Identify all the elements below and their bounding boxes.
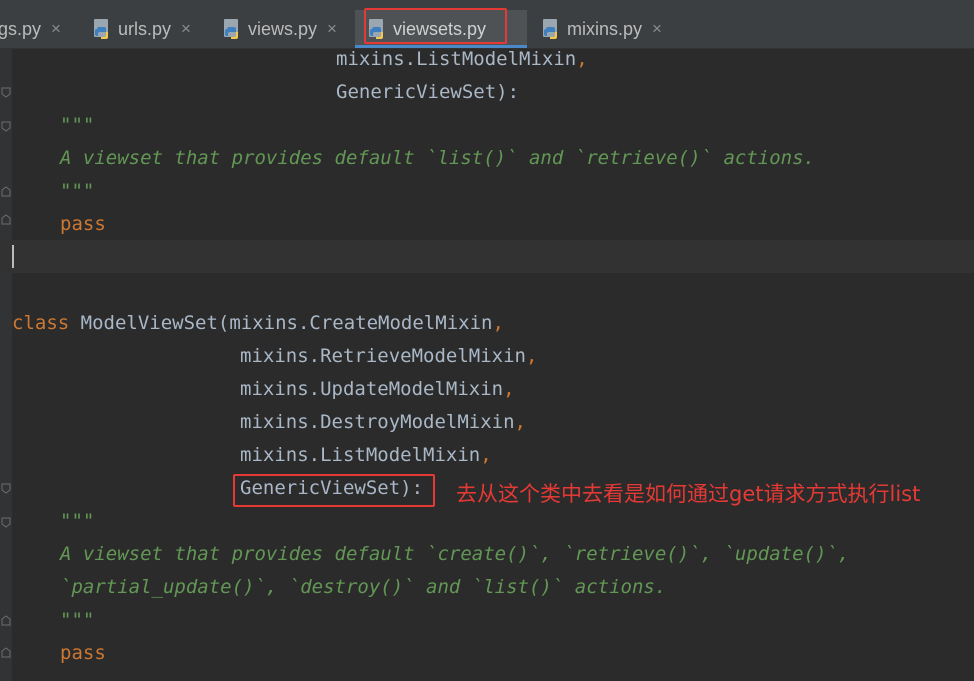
code-line-keyword: pass	[60, 213, 106, 235]
code-line-docstring: `partial_update()`, `destroy()` and `lis…	[60, 576, 667, 598]
fold-marker-icon[interactable]	[1, 483, 11, 494]
code-line-docstring: """	[60, 114, 95, 136]
code-line-keyword: pass	[60, 642, 106, 664]
code-punctuation: ,	[480, 444, 492, 466]
code-punctuation: ,	[576, 48, 588, 70]
tab-views-py[interactable]: views.py ×	[216, 10, 351, 48]
fold-marker-icon[interactable]	[1, 186, 11, 197]
tab-label: views.py	[248, 18, 318, 39]
close-tab-icon[interactable]: ×	[652, 19, 662, 39]
code-text: mixins.ListModelMixin	[336, 48, 577, 70]
code-editor[interactable]: mixins.ListModelMixin, GenericViewSet): …	[0, 48, 974, 681]
code-text: mixins.ListModelMixin	[240, 444, 481, 466]
code-line: mixins.UpdateModelMixin,	[240, 373, 515, 406]
code-keyword: class	[12, 312, 70, 334]
code-line-docstring: A viewset that provides default `list()`…	[60, 147, 815, 169]
python-file-icon	[541, 18, 561, 40]
code-punctuation: ,	[525, 345, 538, 367]
close-tab-icon[interactable]: ×	[181, 19, 191, 39]
python-file-icon	[367, 18, 387, 40]
close-tab-icon[interactable]: ×	[327, 19, 337, 39]
code-line: mixins.RetrieveModelMixin,	[240, 340, 537, 373]
fold-gutter	[0, 49, 12, 681]
code-line-docstring: A viewset that provides default `create(…	[60, 543, 850, 565]
code-punctuation: ,	[492, 312, 504, 334]
code-line: mixins.ListModelMixin,	[336, 43, 588, 76]
code-text: GenericViewSet):	[240, 477, 424, 499]
code-text: mixins.RetrieveModelMixin	[240, 345, 526, 367]
code-text: mixins.DestroyModelMixin	[240, 411, 515, 433]
code-line-docstring: """	[60, 510, 95, 532]
code-text: GenericViewSet):	[336, 81, 520, 103]
fold-marker-icon[interactable]	[1, 615, 11, 626]
fold-marker-icon[interactable]	[1, 214, 11, 225]
editor-tab-bar: gs.py × urls.py × views.py × viewsets.py…	[0, 0, 974, 49]
tab-label: gs.py	[0, 18, 42, 39]
code-line-docstring: """	[60, 609, 95, 631]
python-file-icon	[92, 18, 112, 40]
close-tab-icon[interactable]: ×	[51, 19, 61, 39]
tab-bar-top-strip	[0, 0, 974, 9]
tab-label: mixins.py	[567, 18, 643, 39]
code-line-docstring: """	[60, 180, 95, 202]
tab-label: viewsets.py	[393, 18, 487, 39]
code-punctuation: ,	[514, 411, 526, 433]
tab-urls-py[interactable]: urls.py ×	[86, 10, 204, 48]
annotation-text: 去从这个类中去看是如何通过get请求方式执行list	[456, 482, 921, 506]
code-line: GenericViewSet):	[336, 76, 519, 109]
code-text: ModelViewSet(mixins.CreateModelMixin	[69, 312, 493, 334]
python-file-icon	[222, 18, 242, 40]
text-caret	[12, 245, 14, 268]
tab-label: urls.py	[118, 18, 172, 39]
code-punctuation: ,	[503, 378, 515, 400]
code-line: mixins.ListModelMixin,	[240, 439, 492, 472]
code-line: GenericViewSet):	[240, 472, 423, 505]
fold-marker-icon[interactable]	[1, 517, 11, 528]
code-line: mixins.DestroyModelMixin,	[240, 406, 526, 439]
current-line-highlight	[0, 240, 974, 273]
fold-marker-icon[interactable]	[1, 87, 11, 98]
fold-marker-icon[interactable]	[1, 647, 11, 658]
tab-settings-py[interactable]: gs.py ×	[0, 10, 70, 48]
code-line-class-declaration: class ModelViewSet(mixins.CreateModelMix…	[12, 307, 504, 340]
fold-marker-icon[interactable]	[1, 121, 11, 132]
code-text: mixins.UpdateModelMixin	[240, 378, 504, 400]
